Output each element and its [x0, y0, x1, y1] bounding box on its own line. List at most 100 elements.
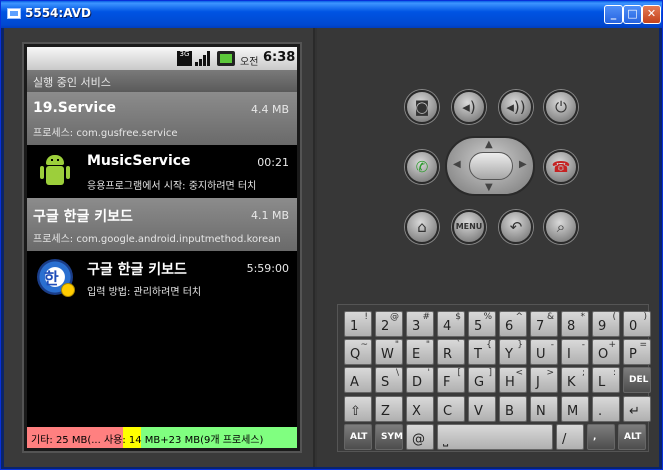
key-c47[interactable]: / — [556, 424, 584, 450]
key-shift-label: - — [550, 340, 554, 350]
key-s[interactable]: S \ — [375, 367, 403, 393]
key-del[interactable]: DEL — [623, 367, 651, 393]
key-d[interactable]: D ' — [406, 367, 434, 393]
key-sym[interactable]: SYM — [375, 424, 403, 450]
key-q[interactable]: Q ~ — [344, 339, 372, 365]
dpad-down-icon[interactable]: ▼ — [485, 182, 493, 193]
key-m[interactable]: M — [561, 396, 589, 422]
key-1[interactable]: 1! — [344, 311, 372, 337]
camera-button[interactable]: ◙ — [405, 90, 439, 124]
key-h[interactable]: H < — [499, 367, 527, 393]
dpad-right-icon[interactable]: ▶ — [519, 159, 527, 170]
key-3[interactable]: 3 # — [406, 311, 434, 337]
key-8[interactable]: 8 * — [561, 311, 589, 337]
key-label: ALT — [350, 432, 368, 442]
key-a[interactable]: A — [344, 367, 372, 393]
volume-down-button[interactable]: ◂) — [452, 90, 486, 124]
service-row[interactable]: MusicService 00:21 응용프로그램에서 시작: 중지하려면 터치 — [27, 145, 297, 198]
key-label: H — [505, 375, 515, 390]
key-c46[interactable]: . — [592, 396, 620, 422]
key-g[interactable]: G] — [468, 367, 496, 393]
service-name: MusicService — [87, 153, 191, 169]
camera-icon: ◙ — [414, 98, 430, 116]
service-size: 4.1 MB — [250, 209, 289, 222]
dpad[interactable]: ▲ ▼ ◀ ▶ — [445, 136, 535, 196]
key-n[interactable]: N — [530, 396, 558, 422]
window-icon — [7, 8, 21, 19]
power-button[interactable]: ⏻ — [544, 90, 578, 124]
volume-up-button[interactable]: ◂)) — [499, 90, 533, 124]
device-screen[interactable]: 3G 오전 6:38 실행 중인 서비스 19.Service 4.4 MB 프… — [22, 42, 302, 453]
call-button[interactable]: ✆ — [405, 150, 439, 184]
key-j[interactable]: J > — [530, 367, 558, 393]
key-p[interactable]: P = — [623, 339, 651, 365]
key-shift-label: ] — [488, 368, 492, 378]
key-5[interactable]: 5% — [468, 311, 496, 337]
key-z[interactable]: Z — [375, 396, 403, 422]
key-c8679[interactable]: ⇧ — [344, 396, 372, 422]
service-name: 19.Service — [33, 100, 117, 116]
service-row[interactable]: 구글 한글 키보드 4.1 MB 프로세스: com.google.androi… — [27, 198, 297, 251]
back-button[interactable]: ↶ — [499, 210, 533, 244]
search-button[interactable]: ⌕ — [544, 210, 578, 244]
key-k[interactable]: K; — [561, 367, 589, 393]
service-row[interactable]: 한 구글 한글 키보드 5:59:00 입력 방법: 관리하려면 터치 — [27, 251, 297, 304]
key-shift-label: @ — [390, 312, 399, 322]
key-t[interactable]: T{ — [468, 339, 496, 365]
key-4[interactable]: 4 $ — [437, 311, 465, 337]
back-icon: ↶ — [509, 218, 523, 236]
close-button[interactable]: ✕ — [642, 5, 661, 24]
key-u[interactable]: U- — [530, 339, 558, 365]
menu-button[interactable]: MENU — [452, 210, 486, 244]
key-l[interactable]: L: — [592, 367, 620, 393]
key-v[interactable]: V — [468, 396, 496, 422]
key-7[interactable]: 7 & — [530, 311, 558, 337]
key-shift-label: = — [639, 340, 647, 350]
key-c8629[interactable]: ↵ — [623, 396, 651, 422]
key-r[interactable]: R ` — [437, 339, 465, 365]
title-bar[interactable]: 5554:AVD _ □ ✕ — [1, 1, 662, 28]
dpad-up-icon[interactable]: ▲ — [485, 139, 493, 150]
key-label: @ — [412, 432, 425, 447]
key-x[interactable]: X — [406, 396, 434, 422]
end-call-button[interactable]: ☎ — [544, 150, 578, 184]
service-size: 4.4 MB — [250, 103, 289, 116]
key-2[interactable]: 2 @ — [375, 311, 403, 337]
key-shift-label: : — [612, 368, 616, 378]
status-ampm: 오전 — [240, 57, 259, 68]
key-b[interactable]: B — [499, 396, 527, 422]
key-label: . — [598, 404, 603, 419]
dpad-left-icon[interactable]: ◀ — [453, 159, 461, 170]
key-c44[interactable]: , — [587, 424, 615, 450]
key-alt[interactable]: ALT — [344, 424, 372, 450]
key-0[interactable]: 0) — [623, 311, 651, 337]
home-button[interactable]: ⌂ — [405, 210, 439, 244]
service-time: 00:21 — [257, 156, 289, 169]
key-9[interactable]: 9( — [592, 311, 620, 337]
maximize-button[interactable]: □ — [623, 5, 642, 24]
key-label: N — [536, 404, 546, 419]
key-label: W — [381, 347, 394, 362]
key-f[interactable]: F[ — [437, 367, 465, 393]
phone-green-icon: ✆ — [415, 158, 429, 176]
key-y[interactable]: Y} — [499, 339, 527, 365]
key-o[interactable]: O + — [592, 339, 620, 365]
service-row[interactable]: 19.Service 4.4 MB 프로세스: com.gusfree.serv… — [27, 92, 297, 145]
key-label: U — [536, 347, 546, 362]
key-e[interactable]: E " — [406, 339, 434, 365]
minimize-button[interactable]: _ — [604, 5, 623, 24]
key-c[interactable]: C — [437, 396, 465, 422]
key-label: 3 — [412, 319, 421, 334]
key-6[interactable]: 6 ^ — [499, 311, 527, 337]
key-c64[interactable]: @ — [406, 424, 434, 450]
service-description: 응용프로그램에서 시작: 중지하려면 터치 — [87, 181, 257, 192]
window-title: 5554:AVD — [25, 6, 91, 20]
key-alt[interactable]: ALT — [618, 424, 646, 450]
dpad-center-button[interactable] — [469, 152, 513, 180]
search-icon: ⌕ — [556, 218, 566, 236]
key-i[interactable]: I- — [561, 339, 589, 365]
key-label: ALT — [624, 432, 642, 442]
key-w[interactable]: W " — [375, 339, 403, 365]
key-shift-label: & — [546, 312, 554, 322]
key-space[interactable]: ⎵ — [437, 424, 553, 450]
